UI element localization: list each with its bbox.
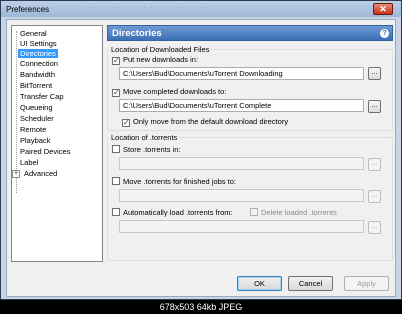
tree-item-label: Label: [20, 158, 39, 167]
close-button[interactable]: ✕: [373, 3, 393, 15]
tree-item-label: General: [20, 29, 47, 38]
browse-download-path-button[interactable]: ...: [368, 67, 381, 80]
tree-item-label: Bandwidth: [20, 70, 56, 79]
tree-item-label: Connection: [20, 59, 58, 68]
tree-item-remote[interactable]: Remote: [18, 125, 48, 135]
delete-loaded-torrents-checkbox[interactable]: [250, 208, 258, 216]
tree-item-queueing[interactable]: Queueing: [18, 103, 55, 113]
section-title: Directories: [112, 28, 162, 39]
delete-loaded-torrents-option[interactable]: Delete loaded .torrents: [250, 208, 337, 218]
tree-item-label: Remote: [20, 125, 47, 134]
move-completed-checkbox[interactable]: [112, 89, 120, 97]
store-torrents-path-input[interactable]: [119, 157, 364, 170]
group-title: Location of Downloaded Files: [110, 45, 211, 54]
group-title: Location of .torrents: [110, 133, 179, 142]
checkbox-label: Only move from the default download dire…: [133, 117, 289, 126]
auto-load-path-input[interactable]: [119, 220, 364, 233]
tree-item-label: Playback: [20, 136, 51, 145]
tree-item-scheduler[interactable]: Scheduler: [18, 114, 56, 124]
tree-item-bittorrent[interactable]: BitTorrent: [18, 81, 54, 91]
tree-item-label: Scheduler: [20, 114, 54, 123]
category-tree[interactable]: General UI Settings Directories Connecti…: [11, 25, 103, 262]
expand-plus-icon[interactable]: +: [12, 170, 20, 178]
tree-item-label-category[interactable]: Label: [18, 158, 40, 168]
browse-completed-path-button[interactable]: ...: [368, 100, 381, 113]
tree-item-label: Transfer Cap: [20, 92, 64, 101]
completed-path-input[interactable]: C:\Users\Bud\Documents\uTorrent Complete: [119, 99, 364, 112]
tree-item-directories[interactable]: Directories: [18, 49, 58, 59]
tree-item-ui-settings[interactable]: UI Settings: [18, 39, 59, 49]
tree-item-paired-devices[interactable]: Paired Devices: [18, 147, 72, 157]
move-finished-torrents-option[interactable]: Move .torrents for finished jobs to:: [112, 177, 236, 187]
auto-load-torrents-option[interactable]: Automatically load .torrents from:: [112, 208, 233, 218]
tree-item-label: BitTorrent: [20, 81, 53, 90]
ok-button[interactable]: OK: [237, 276, 282, 291]
store-torrents-option[interactable]: Store .torrents in:: [112, 145, 181, 155]
put-new-downloads-checkbox[interactable]: [112, 57, 120, 65]
only-move-default-checkbox[interactable]: [122, 119, 130, 127]
checkbox-label: Put new downloads in:: [123, 55, 199, 64]
move-completed-option[interactable]: Move completed downloads to:: [112, 87, 226, 97]
close-icon: ✕: [379, 4, 387, 14]
only-move-default-option[interactable]: Only move from the default download dire…: [122, 117, 288, 127]
cancel-button[interactable]: Cancel: [288, 276, 333, 291]
checkbox-label: Automatically load .torrents from:: [123, 208, 233, 217]
client-area: General UI Settings Directories Connecti…: [6, 19, 396, 297]
preferences-window: Preferences · · · · · · · · · · · · · · …: [0, 0, 402, 300]
checkbox-label: Store .torrents in:: [123, 145, 181, 154]
window-title: Preferences: [6, 5, 50, 14]
help-icon[interactable]: ?: [380, 29, 389, 38]
section-header: Directories ?: [107, 25, 393, 41]
auto-load-torrents-checkbox[interactable]: [112, 208, 120, 216]
browse-store-torrents-button[interactable]: ...: [368, 158, 381, 171]
move-finished-torrents-path-input[interactable]: [119, 189, 364, 202]
tree-item-label: Directories: [18, 49, 58, 58]
tree-item-playback[interactable]: Playback: [18, 136, 52, 146]
browse-move-finished-button[interactable]: ...: [368, 190, 381, 203]
tree-item-label: Advanced: [24, 169, 58, 178]
checkbox-label: Move completed downloads to:: [123, 87, 227, 96]
tree-item-transfer-cap[interactable]: Transfer Cap: [18, 92, 66, 102]
move-finished-torrents-checkbox[interactable]: [112, 177, 120, 185]
tree-item-label: Queueing: [20, 103, 53, 112]
tree-item-label: Paired Devices: [20, 147, 71, 156]
image-caption: 678x503 64kb JPEG: [0, 300, 402, 314]
ghost-title-text: · · · · · · · · · · · · · · · · · · · · …: [81, 4, 210, 11]
browse-auto-load-button[interactable]: ...: [368, 221, 381, 234]
checkbox-label: Move .torrents for finished jobs to:: [123, 177, 236, 186]
download-path-input[interactable]: C:\Users\Bud\Documents\uTorrent Download…: [119, 67, 364, 80]
tree-item-advanced[interactable]: + Advanced: [12, 169, 59, 179]
tree-item-label: UI Settings: [20, 39, 57, 48]
apply-button[interactable]: Apply: [344, 276, 389, 291]
put-new-downloads-option[interactable]: Put new downloads in:: [112, 55, 198, 65]
tree-item-bandwidth[interactable]: Bandwidth: [18, 70, 57, 80]
store-torrents-checkbox[interactable]: [112, 145, 120, 153]
title-bar[interactable]: Preferences · · · · · · · · · · · · · · …: [1, 1, 401, 17]
tree-item-general[interactable]: General: [18, 29, 49, 39]
tree-item-connection[interactable]: Connection: [18, 59, 60, 69]
checkbox-label: Delete loaded .torrents: [261, 208, 337, 217]
